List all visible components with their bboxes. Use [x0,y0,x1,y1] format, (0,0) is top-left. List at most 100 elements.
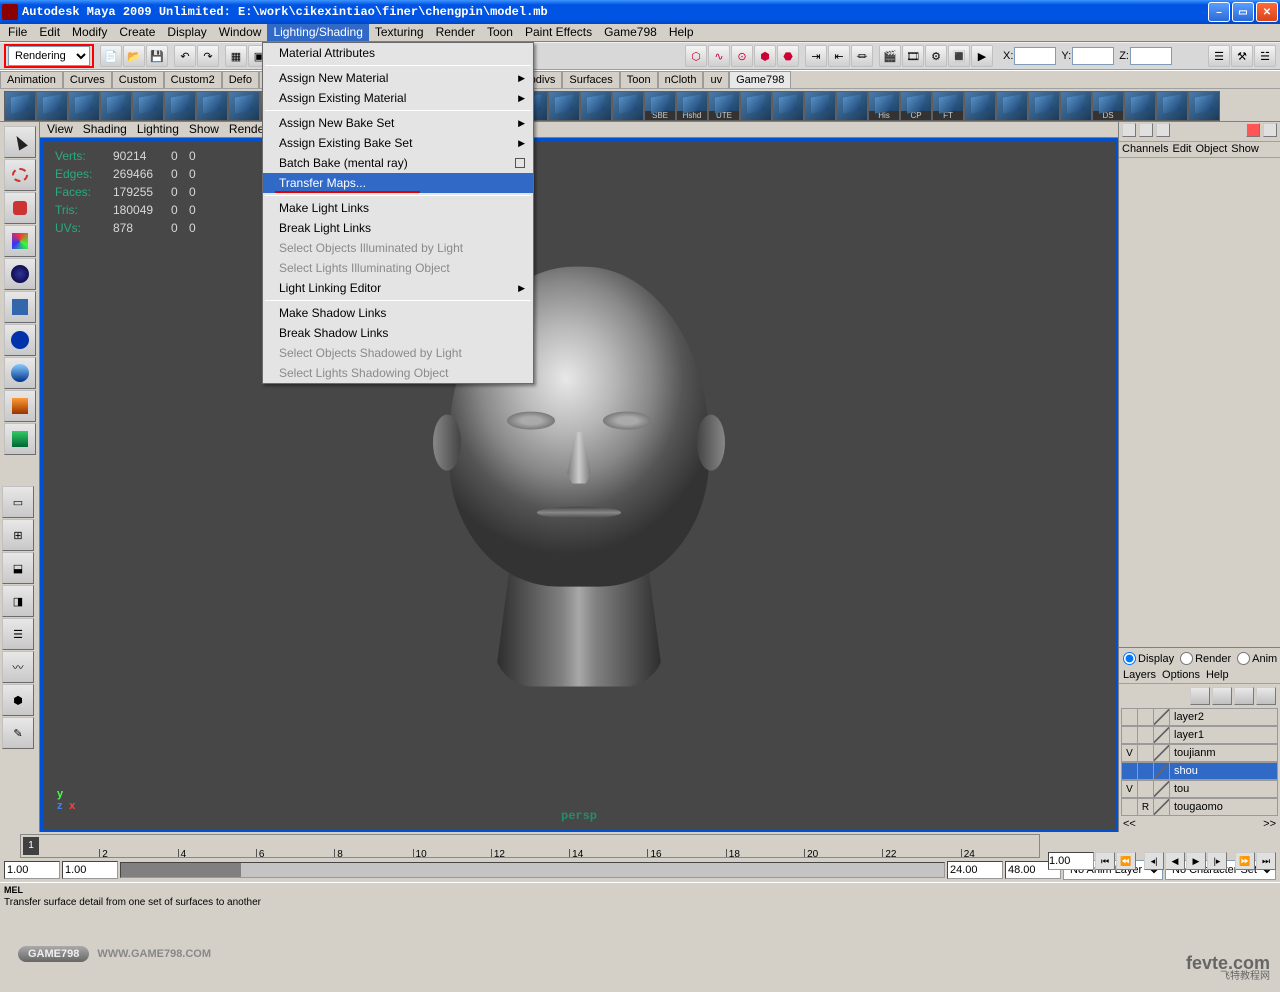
shelf-icon-34[interactable]: DS [1092,91,1124,121]
script-view[interactable]: ✎ [2,717,34,749]
ch-ic3[interactable] [1156,123,1170,137]
vp-menu-show[interactable]: Show [186,122,222,137]
ch-ic2[interactable] [1139,123,1153,137]
play-back[interactable]: ◀ [1165,852,1185,870]
history-in-icon[interactable]: ⇥ [805,45,827,67]
undo-icon[interactable]: ↶ [174,45,196,67]
render-frame-icon[interactable]: 🎬 [879,45,901,67]
channelbox-icon[interactable]: ☱ [1254,45,1276,67]
time-slider[interactable]: 1 24681012141618202224 [20,834,1040,858]
shelf-tab-game798[interactable]: Game798 [729,71,791,88]
select-hier-icon[interactable]: ▦ [225,45,247,67]
graph-view[interactable]: 〰 [2,651,34,683]
snap-point-icon[interactable]: ⊙ [731,45,753,67]
z-input[interactable] [1130,47,1172,65]
ipr-icon[interactable]: 🎞 [902,45,924,67]
snap-grid-icon[interactable]: ⬡ [685,45,707,67]
shelf-icon-3[interactable] [100,91,132,121]
viewport[interactable]: Verts:9021400Edges:26946600Faces:1792550… [40,138,1118,832]
last-tool[interactable] [4,423,36,455]
single-view[interactable]: ▭ [2,486,34,518]
shelf-icon-29[interactable]: FT [932,91,964,121]
file-open-icon[interactable]: 📂 [123,45,145,67]
shelf-tab-uv[interactable]: uv [703,71,729,88]
layer-next[interactable]: >> [1263,818,1276,830]
scale-tool[interactable] [4,291,36,323]
anim-start[interactable] [4,861,60,879]
layer-menu-options[interactable]: Options [1162,669,1200,681]
two-view-h[interactable]: ⬓ [2,552,34,584]
toolsettings-icon[interactable]: ⚒ [1231,45,1253,67]
shelf-icon-27[interactable]: His [868,91,900,121]
move-tool[interactable] [4,225,36,257]
layer-tab-anim[interactable]: Anim [1237,652,1277,665]
select-tool[interactable] [4,126,36,158]
menu-item-break-light-links[interactable]: Break Light Links [263,218,533,238]
shelf-icon-4[interactable] [132,91,164,121]
shelf-icon-22[interactable]: UTE [708,91,740,121]
layer-tou[interactable]: Vtou [1121,780,1278,798]
file-new-icon[interactable]: 📄 [100,45,122,67]
shelf-icon-1[interactable] [36,91,68,121]
ch-ic4[interactable] [1246,123,1260,137]
layer-ic4[interactable] [1256,687,1276,705]
construction-hist-icon[interactable]: ⏛ [851,45,873,67]
shelf-icon-2[interactable] [68,91,100,121]
range-slider[interactable] [120,862,945,878]
shelf-icon-28[interactable]: CP [900,91,932,121]
menu-game798[interactable]: Game798 [598,24,663,41]
menu-display[interactable]: Display [161,24,212,41]
shelf-icon-35[interactable] [1124,91,1156,121]
menu-item-batch-bake-mental-ray-[interactable]: Batch Bake (mental ray) [263,153,533,173]
shelf-icon-6[interactable] [196,91,228,121]
menu-lighting-shading[interactable]: Lighting/Shading [267,24,368,41]
layer-menu-layers[interactable]: Layers [1123,669,1156,681]
show-manip-tool[interactable] [4,390,36,422]
snap-plane-icon[interactable]: ⬢ [754,45,776,67]
two-view-v[interactable]: ◨ [2,585,34,617]
x-input[interactable] [1014,47,1056,65]
range-end[interactable] [947,861,1003,879]
hypershade-icon[interactable]: 🔳 [948,45,970,67]
shelf-icon-17[interactable] [548,91,580,121]
channel-menu-object[interactable]: Object [1195,143,1227,156]
menu-toon[interactable]: Toon [481,24,519,41]
menu-item-material-attributes[interactable]: Material Attributes [263,43,533,63]
menu-item-break-shadow-links[interactable]: Break Shadow Links [263,323,533,343]
shelf-icon-20[interactable]: SBE [644,91,676,121]
minimize-button[interactable]: – [1208,2,1230,22]
four-view[interactable]: ⊞ [2,519,34,551]
range-start[interactable] [62,861,118,879]
next-key[interactable]: |▸ [1207,852,1227,870]
goto-end[interactable]: ⏭ [1256,852,1276,870]
shelf-icon-23[interactable] [740,91,772,121]
paint-select-tool[interactable] [4,192,36,224]
history-out-icon[interactable]: ⇤ [828,45,850,67]
shelf-icon-7[interactable] [228,91,260,121]
menu-create[interactable]: Create [113,24,161,41]
menu-item-light-linking-editor[interactable]: Light Linking Editor▶ [263,278,533,298]
shelf-icon-19[interactable] [612,91,644,121]
snap-curve-icon[interactable]: ∿ [708,45,730,67]
shelf-tab-custom2[interactable]: Custom2 [164,71,222,88]
ch-ic1[interactable] [1122,123,1136,137]
menu-paint-effects[interactable]: Paint Effects [519,24,598,41]
step-back[interactable]: ⏪ [1116,852,1136,870]
channel-menu-edit[interactable]: Edit [1172,143,1191,156]
shelf-tab-defo[interactable]: Defo [222,71,259,88]
layer-layer1[interactable]: layer1 [1121,726,1278,744]
layer-tab-display[interactable]: Display [1123,652,1174,665]
menu-item-assign-new-bake-set[interactable]: Assign New Bake Set▶ [263,113,533,133]
layer-ic2[interactable] [1212,687,1232,705]
shelf-tab-animation[interactable]: Animation [0,71,63,88]
ch-ic5[interactable] [1263,123,1277,137]
channel-menu-channels[interactable]: Channels [1122,143,1168,156]
layer-ic3[interactable] [1234,687,1254,705]
vp-menu-shading[interactable]: Shading [80,122,130,137]
module-selector[interactable]: Rendering [8,46,90,66]
layer-menu-help[interactable]: Help [1206,669,1229,681]
layer-layer2[interactable]: layer2 [1121,708,1278,726]
menu-item-make-shadow-links[interactable]: Make Shadow Links [263,303,533,323]
shelf-icon-36[interactable] [1156,91,1188,121]
shelf-icon-18[interactable] [580,91,612,121]
